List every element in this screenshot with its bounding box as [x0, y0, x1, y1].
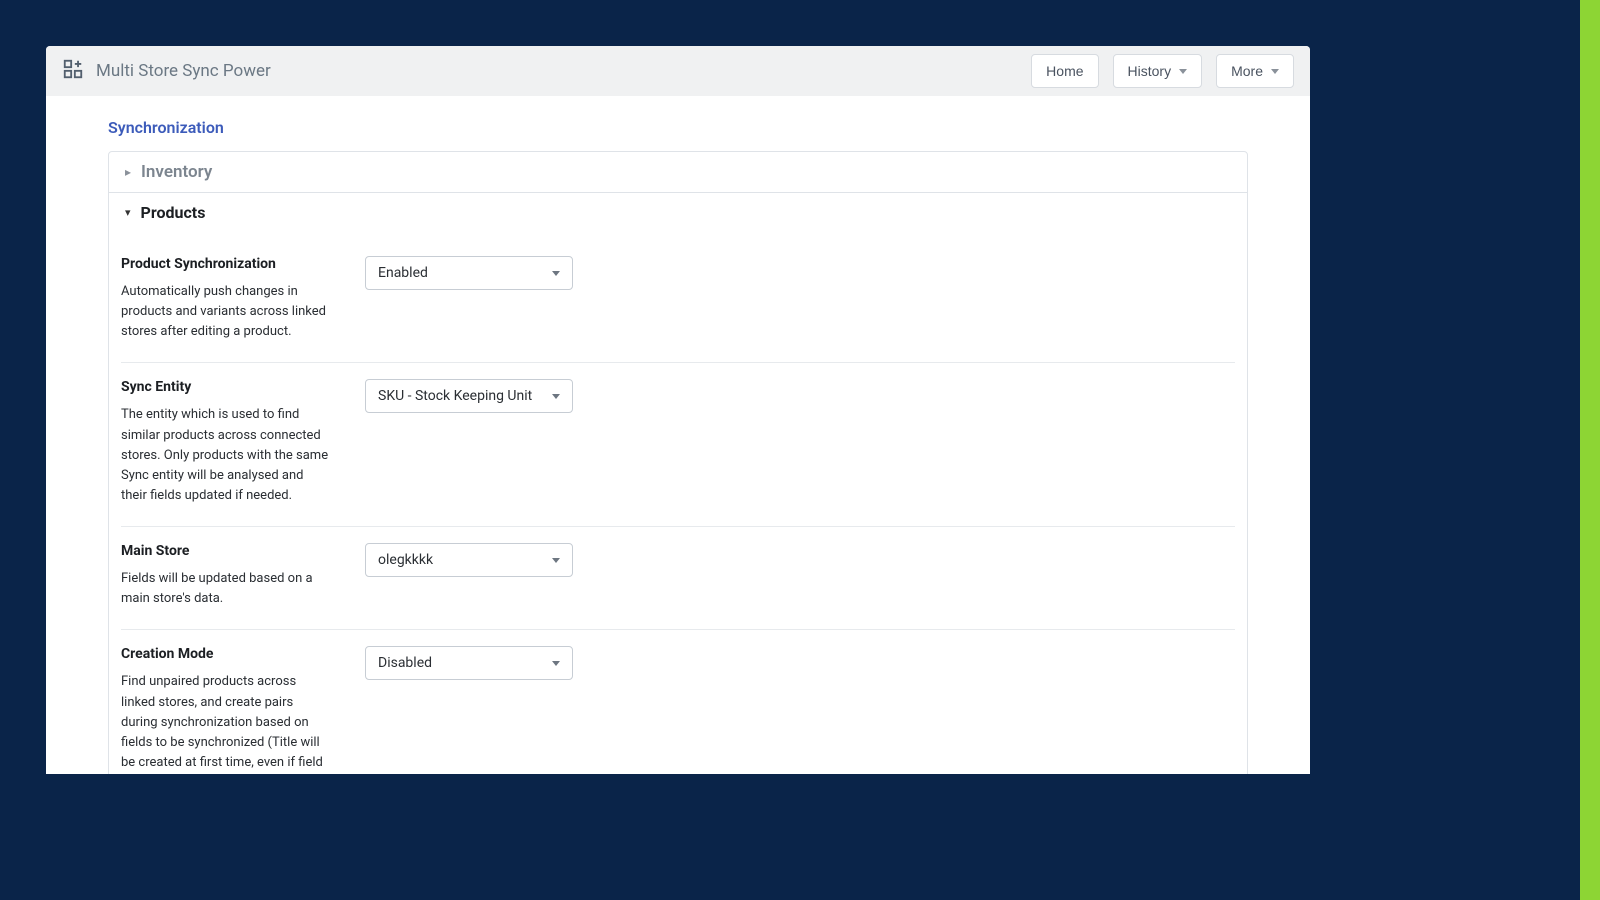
setting-product-sync: Product Synchronization Automatically pu…: [121, 240, 1235, 363]
setting-sync-entity: Sync Entity The entity which is used to …: [121, 363, 1235, 527]
accordion-products-title: Products: [141, 203, 206, 222]
app-title: Multi Store Sync Power: [96, 61, 271, 81]
select-value: Disabled: [378, 655, 432, 671]
chevron-down-icon: [1271, 69, 1279, 74]
setting-desc: The entity which is used to find similar…: [121, 405, 331, 506]
accordion-inventory-title: Inventory: [141, 162, 212, 182]
setting-text: Sync Entity The entity which is used to …: [121, 379, 331, 506]
setting-label: Main Store: [121, 543, 331, 559]
setting-control: Disabled: [365, 646, 1235, 774]
home-button-label: Home: [1046, 63, 1083, 79]
chevron-down-icon: [552, 558, 560, 563]
setting-desc: Find unpaired products across linked sto…: [121, 672, 331, 774]
accordion-products[interactable]: ▾ Products: [109, 193, 1247, 232]
products-body: Product Synchronization Automatically pu…: [109, 232, 1247, 774]
app-grid-icon: [62, 58, 84, 84]
setting-desc: Fields will be updated based on a main s…: [121, 569, 331, 609]
chevron-down-icon: [552, 394, 560, 399]
setting-control: olegkkkk: [365, 543, 1235, 609]
setting-label: Product Synchronization: [121, 256, 331, 272]
setting-text: Product Synchronization Automatically pu…: [121, 256, 331, 342]
content-area: Synchronization ▸ Inventory ▾ Products P…: [46, 96, 1310, 774]
setting-main-store: Main Store Fields will be updated based …: [121, 527, 1235, 630]
select-value: Enabled: [378, 265, 428, 281]
home-button[interactable]: Home: [1031, 54, 1098, 88]
chevron-down-icon: [552, 271, 560, 276]
settings-panel: ▸ Inventory ▾ Products Product Synchroni…: [108, 151, 1248, 774]
creation-mode-select[interactable]: Disabled: [365, 646, 573, 680]
chevron-right-icon: ▸: [125, 165, 131, 179]
accent-bar: [1580, 0, 1600, 900]
setting-label: Sync Entity: [121, 379, 331, 395]
setting-creation-mode: Creation Mode Find unpaired products acr…: [121, 630, 1235, 774]
setting-control: Enabled: [365, 256, 1235, 342]
chevron-down-icon: [1179, 69, 1187, 74]
app-title-wrap: Multi Store Sync Power: [62, 58, 271, 84]
top-buttons: Home History More: [1031, 54, 1294, 88]
chevron-down-icon: ▾: [125, 206, 131, 219]
history-button[interactable]: History: [1113, 54, 1203, 88]
accordion-inventory[interactable]: ▸ Inventory: [109, 152, 1247, 193]
chevron-down-icon: [552, 661, 560, 666]
product-sync-select[interactable]: Enabled: [365, 256, 573, 290]
setting-desc: Automatically push changes in products a…: [121, 282, 331, 342]
more-button-label: More: [1231, 63, 1263, 79]
setting-text: Main Store Fields will be updated based …: [121, 543, 331, 609]
setting-control: SKU - Stock Keeping Unit: [365, 379, 1235, 506]
history-button-label: History: [1128, 63, 1172, 79]
setting-label: Creation Mode: [121, 646, 331, 662]
select-value: olegkkkk: [378, 552, 433, 568]
app-topbar: Multi Store Sync Power Home History More: [46, 46, 1310, 96]
app-window: Multi Store Sync Power Home History More…: [46, 46, 1310, 774]
sync-entity-select[interactable]: SKU - Stock Keeping Unit: [365, 379, 573, 413]
setting-text: Creation Mode Find unpaired products acr…: [121, 646, 331, 774]
page-title: Synchronization: [108, 118, 1248, 137]
more-button[interactable]: More: [1216, 54, 1294, 88]
select-value: SKU - Stock Keeping Unit: [378, 388, 532, 404]
main-store-select[interactable]: olegkkkk: [365, 543, 573, 577]
